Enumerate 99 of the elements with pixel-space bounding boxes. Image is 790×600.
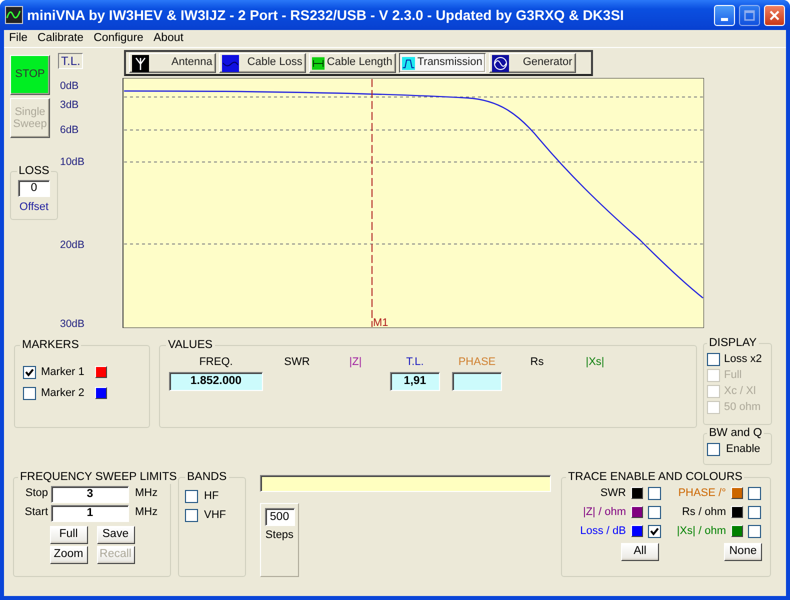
menu-item[interactable]: File bbox=[4, 32, 33, 46]
close-icon bbox=[769, 10, 780, 20]
trace-label: |Xs| / ohm bbox=[676, 524, 726, 538]
color-swatch[interactable] bbox=[731, 525, 743, 538]
checkbox[interactable] bbox=[648, 506, 661, 519]
sweep-button[interactable]: Zoom bbox=[50, 546, 88, 564]
marker-label: Marker 2 bbox=[41, 386, 84, 400]
menu-item[interactable]: Calibrate bbox=[32, 32, 89, 46]
axis-label: 0dB bbox=[60, 80, 79, 92]
steps-label: Steps bbox=[265, 529, 294, 542]
color-swatch[interactable] bbox=[95, 387, 108, 400]
value-heading: SWR bbox=[283, 356, 311, 369]
group-title: LOSS bbox=[18, 166, 50, 178]
tab[interactable]: Antenna bbox=[129, 53, 216, 73]
axis-label: 3dB bbox=[60, 99, 79, 111]
sweep-button[interactable]: Full bbox=[50, 526, 88, 544]
close-button[interactable] bbox=[764, 4, 785, 26]
ruler-icon bbox=[312, 54, 325, 72]
checkbox[interactable] bbox=[748, 524, 761, 538]
option-label: Enable bbox=[726, 442, 760, 456]
trace-label: Rs / ohm bbox=[682, 506, 726, 519]
option-label: Loss x2 bbox=[724, 352, 762, 366]
checkbox[interactable] bbox=[23, 386, 36, 400]
frequency-field[interactable]: 3 bbox=[51, 486, 129, 502]
group-title: TRACE ENABLE AND COLOURS bbox=[567, 472, 744, 484]
app-icon bbox=[5, 6, 23, 24]
maximize-icon bbox=[744, 10, 755, 20]
trace-button[interactable]: None bbox=[724, 543, 762, 562]
field-label: Stop bbox=[24, 487, 48, 501]
sine-wave-icon bbox=[492, 54, 510, 72]
group-title: FREQUENCY SWEEP LIMITS bbox=[19, 472, 178, 484]
trace-label: SWR bbox=[600, 486, 626, 500]
value-heading: T.L. bbox=[405, 356, 425, 369]
color-swatch[interactable] bbox=[631, 506, 643, 518]
value-heading: |Z| bbox=[348, 356, 363, 369]
field-label: Start bbox=[24, 506, 48, 520]
option-label: VHF bbox=[204, 508, 226, 522]
minimize-button[interactable] bbox=[714, 4, 735, 26]
checkbox[interactable] bbox=[748, 486, 761, 500]
trace-label: |Z| / ohm bbox=[582, 506, 626, 519]
wave-icon bbox=[222, 54, 240, 72]
value-heading: FREQ. bbox=[198, 356, 234, 369]
color-swatch[interactable] bbox=[731, 487, 743, 500]
unit-label: MHz bbox=[135, 487, 158, 501]
color-swatch[interactable] bbox=[731, 506, 743, 518]
axis-label: 30dB bbox=[60, 318, 85, 328]
trace-button[interactable]: All bbox=[621, 543, 659, 562]
antenna-icon bbox=[132, 54, 150, 72]
trace-label: Loss / dB bbox=[580, 524, 626, 538]
tab[interactable]: Cable Loss bbox=[219, 53, 306, 73]
color-swatch[interactable] bbox=[631, 525, 643, 538]
option-label: Xc / Xl bbox=[724, 384, 756, 398]
menu-item[interactable]: About bbox=[148, 32, 188, 46]
color-swatch[interactable] bbox=[631, 487, 643, 500]
group-title: VALUES bbox=[167, 340, 214, 352]
marker-label: M1 bbox=[373, 317, 388, 328]
option-label: Full bbox=[724, 368, 742, 382]
menu-item[interactable]: Configure bbox=[88, 32, 148, 46]
axis-label: 20dB bbox=[60, 239, 85, 251]
trace-label: PHASE /° bbox=[678, 486, 726, 500]
group-title: BW and Q bbox=[708, 428, 764, 440]
tab[interactable]: Transmission bbox=[399, 53, 486, 73]
checkbox[interactable] bbox=[707, 442, 720, 456]
mode-label: T.L. bbox=[58, 53, 84, 70]
color-swatch[interactable] bbox=[95, 366, 108, 378]
value-field[interactable]: 1.852.000 bbox=[169, 372, 263, 391]
sweep-button[interactable]: Save bbox=[96, 526, 134, 544]
group-title: DISPLAY bbox=[708, 338, 758, 350]
value-heading: Rs bbox=[529, 356, 545, 369]
offset-label: Offset bbox=[18, 200, 50, 214]
group-title: MARKERS bbox=[21, 340, 80, 352]
loss-field[interactable]: 0 bbox=[18, 180, 50, 196]
checkbox[interactable] bbox=[648, 524, 661, 538]
axis-label: 6dB bbox=[60, 124, 79, 136]
window-title: miniVNA by IW3HEV & IW3IJZ - 2 Port - RS232/USB - V 2.3.0 - Updated by G3RXQ & DK3SI bbox=[27, 6, 625, 24]
frequency-field[interactable]: 1 bbox=[51, 504, 129, 522]
checkbox[interactable] bbox=[185, 490, 198, 503]
maximize-button[interactable] bbox=[739, 4, 760, 26]
stop-button[interactable]: STOP bbox=[10, 55, 50, 95]
minimize-icon bbox=[721, 18, 728, 20]
value-field[interactable] bbox=[452, 372, 502, 391]
option-label: HF bbox=[204, 490, 219, 503]
value-heading: |Xs| bbox=[584, 356, 606, 369]
checkbox[interactable] bbox=[185, 508, 198, 522]
unit-label: MHz bbox=[135, 506, 158, 520]
checkbox[interactable] bbox=[23, 366, 36, 379]
value-heading: PHASE bbox=[457, 356, 497, 369]
axis-label: 10dB bbox=[60, 156, 85, 168]
checkbox[interactable] bbox=[707, 352, 720, 366]
checkbox[interactable] bbox=[748, 506, 761, 519]
steps-field[interactable]: 500 bbox=[264, 508, 294, 526]
checkbox[interactable] bbox=[648, 486, 661, 500]
marker-label: Marker 1 bbox=[41, 366, 84, 379]
group-title: BANDS bbox=[186, 472, 228, 484]
tab[interactable]: Cable Length bbox=[309, 53, 396, 73]
option-label: 50 ohm bbox=[724, 401, 761, 414]
pulse-icon bbox=[402, 54, 416, 72]
value-field[interactable]: 1,91 bbox=[390, 372, 440, 391]
tab[interactable]: Generator bbox=[489, 53, 576, 73]
